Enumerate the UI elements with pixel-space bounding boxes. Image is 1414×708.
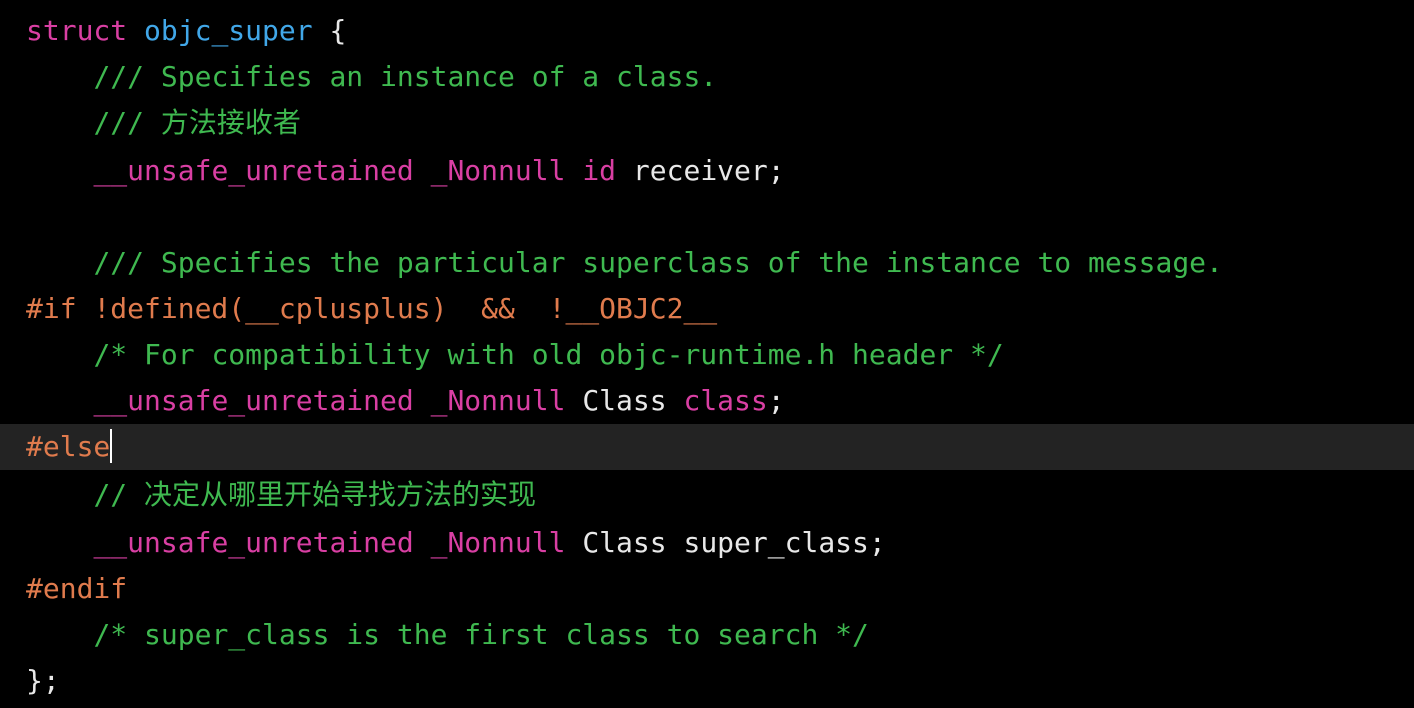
code-line-4[interactable]: __unsafe_unretained _Nonnull id receiver… (0, 148, 1414, 194)
code-line-12[interactable]: __unsafe_unretained _Nonnull Class super… (0, 520, 1414, 566)
qualifier-nonnull: _Nonnull (430, 154, 566, 187)
text-cursor (110, 429, 113, 463)
code-line-5-empty[interactable] (0, 194, 1414, 240)
code-line-11[interactable]: // 决定从哪里开始寻找方法的实现 (0, 472, 1414, 518)
struct-keyword: struct (26, 14, 128, 47)
code-line-14[interactable]: /* super_class is the first class to sea… (0, 612, 1414, 658)
qualifier-nonnull: _Nonnull (430, 526, 566, 559)
code-line-15[interactable]: }; (0, 658, 1414, 704)
code-line-7[interactable]: #if !defined(__cplusplus) && !__OBJC2__ (0, 286, 1414, 332)
block-comment: /* For compatibility with old objc-runti… (93, 338, 1004, 371)
field-class: class (683, 384, 768, 417)
code-editor[interactable]: struct objc_super { /// Specifies an ins… (0, 0, 1414, 708)
code-line-8[interactable]: /* For compatibility with old objc-runti… (0, 332, 1414, 378)
preprocessor-endif: #endif (26, 572, 128, 605)
qualifier-nonnull: _Nonnull (430, 384, 566, 417)
type-class: Class (582, 384, 667, 417)
preprocessor-else: #else (26, 430, 111, 463)
doc-comment: /// Specifies the particular superclass … (93, 246, 1223, 279)
field-receiver: receiver; (632, 154, 785, 187)
block-comment: /* super_class is the first class to sea… (93, 618, 869, 651)
preprocessor-if: #if !defined(__cplusplus) && !__OBJC2__ (26, 292, 718, 325)
close-brace: }; (26, 664, 60, 697)
code-line-6[interactable]: /// Specifies the particular superclass … (0, 240, 1414, 286)
code-line-9[interactable]: __unsafe_unretained _Nonnull Class class… (0, 378, 1414, 424)
qualifier-unretained: __unsafe_unretained (93, 154, 414, 187)
code-line-10-current[interactable]: #else (0, 424, 1414, 470)
semicolon: ; (767, 384, 785, 417)
type-id: id (582, 154, 617, 187)
struct-name: objc_super (144, 14, 313, 47)
open-brace: { (329, 14, 347, 47)
field-super-class: super_class; (683, 526, 886, 559)
doc-comment: /// 方法接收者 (93, 106, 301, 139)
code-line-3[interactable]: /// 方法接收者 (0, 100, 1414, 146)
qualifier-unretained: __unsafe_unretained (93, 526, 414, 559)
code-line-13[interactable]: #endif (0, 566, 1414, 612)
code-line-2[interactable]: /// Specifies an instance of a class. (0, 54, 1414, 100)
type-class: Class (582, 526, 667, 559)
code-line-1[interactable]: struct objc_super { (0, 8, 1414, 54)
line-comment: // 决定从哪里开始寻找方法的实现 (93, 478, 537, 511)
qualifier-unretained: __unsafe_unretained (93, 384, 414, 417)
doc-comment: /// Specifies an instance of a class. (93, 60, 718, 93)
